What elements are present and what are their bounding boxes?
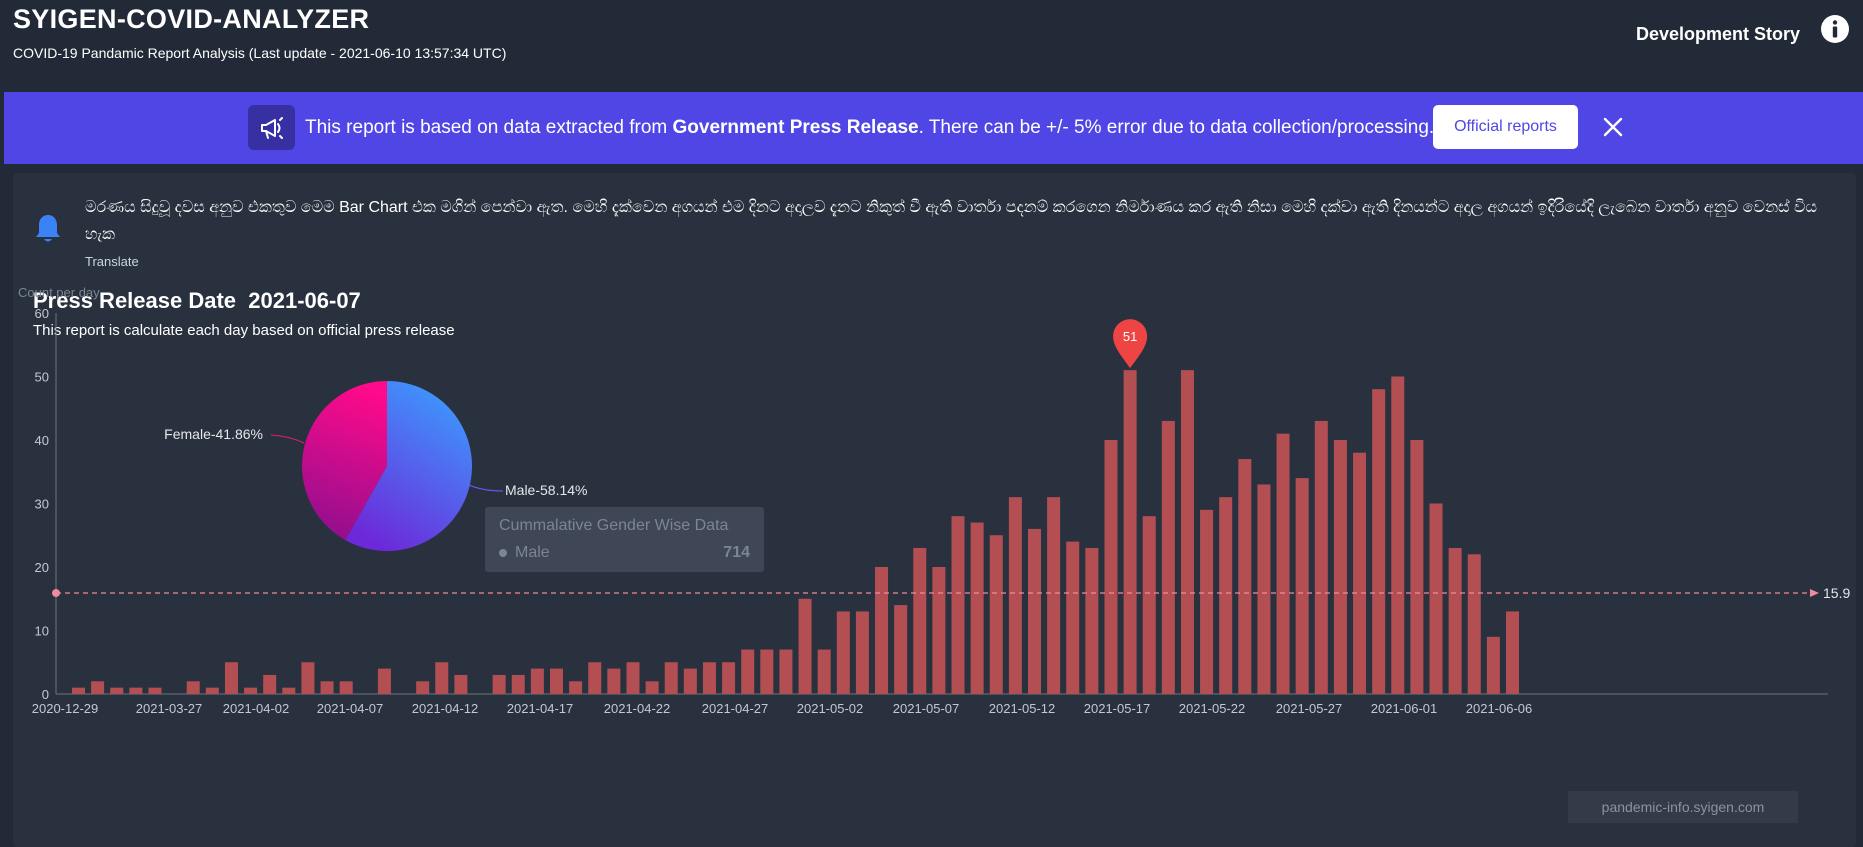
tooltip-series-dot (499, 549, 507, 557)
app-subtitle: COVID-19 Pandamic Report Analysis (Last … (13, 45, 507, 61)
tooltip-series-value: 714 (723, 544, 750, 561)
close-icon[interactable] (1600, 114, 1626, 140)
report-panel: මරණය සිදුවූ දවස අනුව එකතුව මෙම Bar Chart… (13, 173, 1856, 847)
banner-icon-box (248, 105, 295, 150)
development-story-link[interactable]: Development Story (1636, 24, 1800, 45)
pie-leader-male (468, 484, 504, 492)
megaphone-icon (261, 117, 283, 139)
info-circle-icon[interactable] (1820, 14, 1850, 44)
app-header: SYIGEN-COVID-ANALYZER COVID-19 Pandamic … (0, 0, 1863, 92)
tooltip-series-name: Male (515, 544, 550, 561)
banner-text-before: This report is based on data extracted f… (305, 117, 673, 138)
gender-pie-chart: Male-58.14% Female-41.86% (164, 381, 588, 551)
pie-tooltip: Cummalative Gender Wise Data Male 714 (485, 507, 764, 572)
pie-label-female: Female-41.86% (164, 426, 263, 442)
banner-text-bold: Government Press Release (672, 117, 919, 138)
banner-text-after: . There can be +/- 5% error due to data … (918, 117, 1435, 138)
app-title: SYIGEN-COVID-ANALYZER (13, 4, 370, 34)
banner-message: This report is based on data extracted f… (305, 117, 1434, 139)
tooltip-title: Cummalative Gender Wise Data (499, 517, 729, 534)
pie-label-male: Male-58.14% (505, 482, 588, 498)
watermark: pandemic-info.syigen.com (1568, 791, 1798, 823)
pie-leader-female (270, 434, 305, 444)
official-reports-button[interactable]: Official reports (1433, 105, 1578, 149)
data-source-banner: This report is based on data extracted f… (4, 92, 1863, 164)
